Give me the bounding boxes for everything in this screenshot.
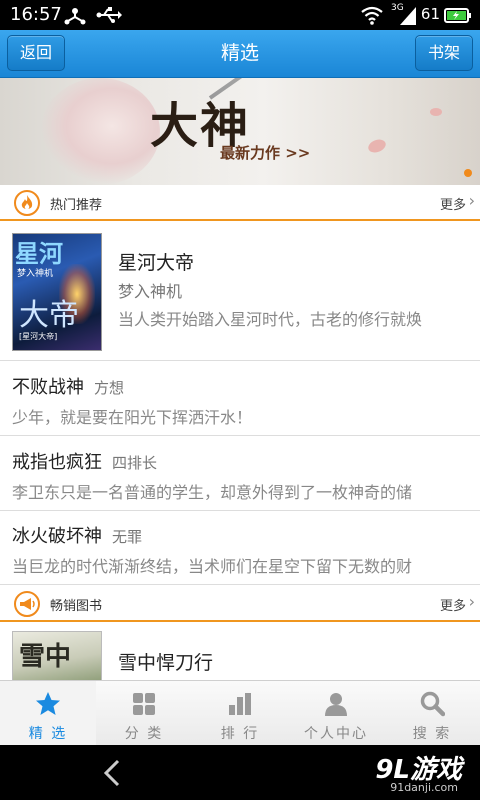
- tab-label: 排 行: [220, 726, 260, 742]
- list-item[interactable]: 冰火破坏神 无罪 当巨龙的时代渐渐终结，当术师们在星空下留下无数的财: [0, 511, 480, 585]
- book-description: 当巨龙的时代渐渐终结，当术师们在星空下留下无数的财: [12, 557, 413, 576]
- list-item[interactable]: 戒指也疯狂 四排长 李卫东只是一名普通的学生，却意外得到了一枚神奇的储: [0, 437, 480, 511]
- fire-icon: [14, 190, 40, 216]
- cover-big-text: 大帝: [19, 298, 79, 333]
- book-description: 当人类开始踏入星河时代，古老的修行就焕: [118, 310, 423, 329]
- book-title: 戒指也疯狂: [12, 452, 102, 473]
- battery-level: 61: [420, 5, 440, 23]
- book-author: 四排长: [112, 454, 158, 472]
- chevron-right-icon[interactable]: ›: [469, 592, 475, 611]
- section-title: 热门推荐: [50, 198, 103, 213]
- search-icon: [420, 691, 445, 717]
- banner-artwork: [40, 78, 160, 185]
- tab-label: 搜 索: [412, 726, 452, 742]
- book-cover: 星河 梦入神机 大帝 [星河大帝]: [12, 233, 102, 351]
- signal-icon: [400, 7, 416, 25]
- hot-section-header: 热门推荐 更多 ›: [0, 185, 480, 221]
- cover-title: 雪中: [19, 642, 72, 672]
- bar-chart-icon: [229, 693, 251, 715]
- tab-label: 精 选: [28, 726, 68, 742]
- book-description: 少年，就是要在阳光下挥洒汗水！: [12, 408, 253, 427]
- system-nav-bar: 9L游戏 91danji.com: [0, 745, 480, 800]
- tab-profile[interactable]: 个人中心: [288, 681, 384, 745]
- usb-icon: [96, 7, 122, 23]
- share-icon: [64, 8, 86, 25]
- bookshelf-button[interactable]: 书架: [415, 35, 473, 71]
- page-title: 精选: [220, 42, 259, 64]
- watermark-site: 91danji.com: [390, 781, 458, 794]
- featured-book[interactable]: 星河 梦入神机 大帝 [星河大帝] 星河大帝 梦入神机 当人类开始踏入星河时代，…: [0, 223, 480, 361]
- tab-featured[interactable]: 精 选: [0, 681, 96, 745]
- tab-ranking[interactable]: 排 行: [192, 681, 288, 745]
- cover-title: 星河: [15, 239, 63, 268]
- battery-icon: [444, 8, 471, 23]
- tab-label: 分 类: [124, 726, 164, 742]
- cover-tag: [星河大帝]: [19, 332, 58, 341]
- book-author: 无罪: [112, 528, 143, 546]
- book-title: 冰火破坏神: [12, 526, 102, 547]
- tab-search[interactable]: 搜 索: [384, 681, 480, 745]
- book-title: 星河大帝: [118, 252, 195, 274]
- banner-subtitle: 最新力作 >>: [220, 144, 311, 162]
- back-icon[interactable]: [100, 759, 124, 787]
- more-link[interactable]: 更多: [440, 194, 466, 213]
- section-title: 畅销图书: [50, 599, 103, 614]
- cover-author: 梦入神机: [17, 269, 54, 279]
- grid-icon: [133, 693, 155, 715]
- list-item[interactable]: 不败战神 方想 少年，就是要在阳光下挥洒汗水！: [0, 362, 480, 436]
- promo-banner[interactable]: 大神 最新力作 >>: [0, 78, 480, 185]
- book-author: 梦入神机: [118, 282, 183, 301]
- more-link[interactable]: 更多: [440, 595, 466, 614]
- banner-page-indicator: [464, 169, 472, 177]
- book-title: 不败战神: [12, 377, 84, 398]
- wifi-icon: [361, 6, 383, 25]
- status-time: 16:57: [10, 4, 62, 25]
- status-bar: 16:57 3G 61: [0, 0, 480, 30]
- petal-decoration: [430, 108, 442, 116]
- app-header: 返回 精选 书架: [0, 30, 480, 78]
- star-icon: [36, 692, 60, 715]
- book-title[interactable]: 雪中悍刀行: [118, 648, 213, 675]
- book-cover[interactable]: 雪中: [12, 631, 102, 680]
- content-list[interactable]: 热门推荐 更多 › 星河 梦入神机 大帝 [星河大帝] 星河大帝 梦入神机 当人…: [0, 185, 480, 680]
- person-icon: [325, 693, 347, 716]
- chevron-right-icon[interactable]: ›: [469, 191, 475, 210]
- bottom-tab-bar: 精 选 分 类 排 行 个人中心 搜 索: [0, 680, 480, 745]
- tab-label: 个人中心: [304, 726, 368, 742]
- megaphone-icon: [14, 591, 40, 617]
- bestseller-section-header: 畅销图书 更多 ›: [0, 586, 480, 622]
- book-author: 方想: [94, 379, 125, 397]
- tab-category[interactable]: 分 类: [96, 681, 192, 745]
- book-description: 李卫东只是一名普通的学生，却意外得到了一枚神奇的储: [12, 483, 413, 502]
- petal-decoration: [366, 137, 388, 155]
